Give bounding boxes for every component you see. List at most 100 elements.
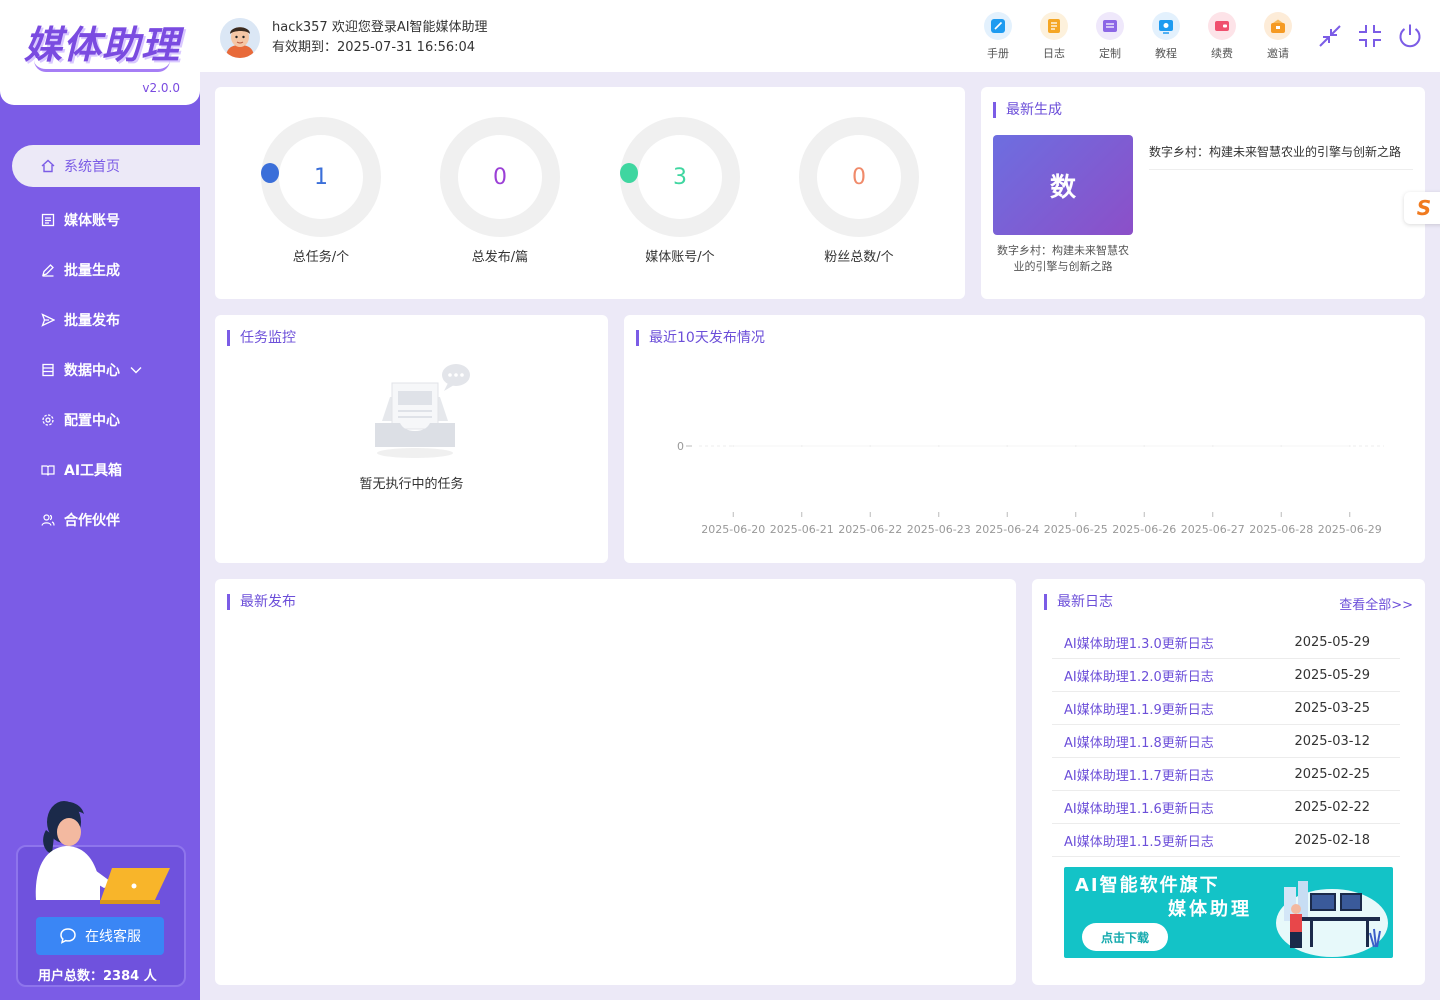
sidebar-item-ai-toolbox[interactable]: AI工具箱 [0, 445, 200, 495]
log-date: 2025-02-18 [1294, 832, 1370, 848]
stat-total-fans[interactable]: 0 粉丝总数/个 [797, 117, 921, 265]
x-tick-label: 2025-06-26 [1112, 523, 1176, 536]
greeting-text: hack357 欢迎您登录AI智能媒体助理 [272, 20, 488, 35]
sidebar-item-label: 合作伙伴 [64, 513, 120, 529]
x-tick-label: 2025-06-27 [1181, 523, 1245, 536]
logo-swoosh [34, 60, 170, 72]
log-name[interactable]: AI媒体助理1.1.7更新日志 [1064, 765, 1214, 784]
tool-invite[interactable]: 邀请 [1250, 12, 1306, 61]
publish-chart-card: 最近10天发布情况 0 2025-06-20 2025-06-21 2025-06-2… [624, 315, 1425, 563]
edit-icon [40, 262, 56, 278]
tool-label: 手册 [987, 47, 1009, 60]
stat-value: 3 [673, 164, 687, 190]
log-row[interactable]: AI媒体助理1.2.0更新日志 2025-05-29 [1052, 659, 1400, 692]
sidebar-item-config-center[interactable]: 配置中心 [0, 395, 200, 445]
log-row[interactable]: AI媒体助理1.1.5更新日志 2025-02-18 [1052, 824, 1400, 857]
x-tick-label: 2025-06-22 [838, 523, 902, 536]
latest-logs-card: 最新日志 查看全部>> AI媒体助理1.3.0更新日志 2025-05-29 AI媒… [1032, 579, 1425, 985]
stat-ring-marker [261, 163, 279, 183]
stat-media-accounts[interactable]: 3 媒体账号/个 [618, 117, 742, 265]
stat-label: 总发布/篇 [471, 250, 529, 265]
stat-total-tasks[interactable]: 1 总任务/个 [259, 117, 383, 265]
view-all-link[interactable]: 查看全部>> [1339, 594, 1413, 613]
tool-tutorial[interactable]: 教程 [1138, 12, 1194, 61]
expiry-text: 有效期到：2025-07-31 16:56:04 [272, 40, 476, 55]
app-version: v2.0.0 [142, 81, 180, 95]
data-point [1143, 445, 1146, 447]
sidebar-item-partners[interactable]: 合作伙伴 [0, 495, 200, 545]
log-row[interactable]: AI媒体助理1.1.8更新日志 2025-03-12 [1052, 725, 1400, 758]
tool-renew[interactable]: 续费 [1194, 12, 1250, 61]
sidebar-item-home[interactable]: 系统首页 [12, 145, 200, 187]
sidebar-item-label: 系统首页 [64, 159, 120, 175]
card-title: 最新发布 [227, 594, 296, 610]
tool-label: 续费 [1211, 47, 1233, 60]
log-date: 2025-02-25 [1294, 766, 1370, 782]
data-point [1006, 445, 1009, 447]
log-name[interactable]: AI媒体助理1.1.9更新日志 [1064, 699, 1214, 718]
download-button[interactable]: 点击下载 [1082, 923, 1168, 951]
sidebar-item-media-account[interactable]: 媒体账号 [0, 195, 200, 245]
stat-ring: 0 [799, 117, 919, 237]
sidebar-item-batch-publish[interactable]: 批量发布 [0, 295, 200, 345]
log-name[interactable]: AI媒体助理1.3.0更新日志 [1064, 633, 1214, 652]
online-support-button[interactable]: 在线客服 [36, 917, 164, 955]
log-row[interactable]: AI媒体助理1.3.0更新日志 2025-05-29 [1052, 626, 1400, 659]
stat-ring: 3 [620, 117, 740, 237]
log-date: 2025-05-29 [1294, 634, 1370, 650]
log-row[interactable]: AI媒体助理1.1.6更新日志 2025-02-22 [1052, 791, 1400, 824]
x-tick-label: 2025-06-25 [1044, 523, 1108, 536]
sidebar-item-label: 批量发布 [64, 313, 120, 329]
data-point [800, 445, 803, 447]
log-date: 2025-03-12 [1294, 733, 1370, 749]
x-tick-label: 2025-06-23 [907, 523, 971, 536]
latest-generated-card: 最新生成 数 数字乡村：构建未来智慧农业的引擎与创新之路 数字乡村：构建未来智慧… [981, 87, 1425, 299]
stat-value: 1 [314, 164, 328, 190]
data-point [1211, 445, 1214, 447]
stat-ring: 1 [261, 117, 381, 237]
data-point [732, 445, 735, 447]
tool-custom[interactable]: 定制 [1082, 12, 1138, 61]
home-icon [40, 158, 56, 174]
sidebar-item-label: 数据中心 [64, 363, 120, 379]
exit-fullscreen-icon[interactable] [1356, 22, 1384, 50]
tool-log[interactable]: 日志 [1026, 12, 1082, 61]
stat-label: 总任务/个 [292, 250, 350, 265]
x-tick-label: 2025-06-20 [701, 523, 765, 536]
renew-icon [1208, 12, 1236, 40]
log-name[interactable]: AI媒体助理1.2.0更新日志 [1064, 666, 1214, 685]
download-banner[interactable]: AI智能软件旗下 媒体助理 点击下载 [1064, 867, 1393, 958]
partner-icon [40, 512, 56, 528]
avatar[interactable] [220, 18, 260, 58]
minimize-icon[interactable] [1316, 22, 1344, 50]
sidebar-item-label: 批量生成 [64, 263, 120, 279]
x-tick-label: 2025-06-24 [975, 523, 1039, 536]
stat-ring: 0 [440, 117, 560, 237]
x-tick-label: 2025-06-29 [1318, 523, 1382, 536]
log-list: AI媒体助理1.3.0更新日志 2025-05-29 AI媒体助理1.2.0更新日志… [1052, 626, 1400, 857]
send-icon [40, 312, 56, 328]
y-tick-label: 0 [677, 440, 684, 453]
sidebar-item-label: AI工具箱 [64, 463, 123, 479]
log-name[interactable]: AI媒体助理1.1.5更新日志 [1064, 831, 1214, 850]
log-row[interactable]: AI媒体助理1.1.9更新日志 2025-03-25 [1052, 692, 1400, 725]
task-monitor-card: 任务监控 暂无执行中的任务 [215, 315, 608, 563]
log-row[interactable]: AI媒体助理1.1.7更新日志 2025-02-25 [1052, 758, 1400, 791]
sidebar-item-batch-generate[interactable]: 批量生成 [0, 245, 200, 295]
empty-tasks-text: 暂无执行中的任务 [359, 477, 464, 492]
tool-manual[interactable]: 手册 [970, 12, 1026, 61]
sidebar: 媒体助理 v2.0.0 系统首页 媒体账号 批量生成 批量发布 数据中心 配置中… [0, 0, 200, 1000]
stat-value: 0 [852, 164, 866, 190]
card-title: 任务监控 [227, 330, 296, 346]
log-name[interactable]: AI媒体助理1.1.8更新日志 [1064, 732, 1214, 751]
tool-label: 定制 [1099, 47, 1121, 60]
support-label: 在线客服 [85, 929, 141, 945]
chevron-down-icon[interactable] [130, 362, 142, 378]
latest-article-link[interactable]: 数字乡村：构建未来智慧农业的引擎与创新之路 [1149, 143, 1413, 170]
article-thumbnail[interactable]: 数 [993, 135, 1133, 235]
log-name[interactable]: AI媒体助理1.1.6更新日志 [1064, 798, 1214, 817]
floating-s-icon[interactable]: S [1404, 192, 1440, 224]
power-icon[interactable] [1396, 22, 1424, 50]
stat-total-published[interactable]: 0 总发布/篇 [438, 117, 562, 265]
sidebar-item-data-center[interactable]: 数据中心 [0, 345, 200, 395]
